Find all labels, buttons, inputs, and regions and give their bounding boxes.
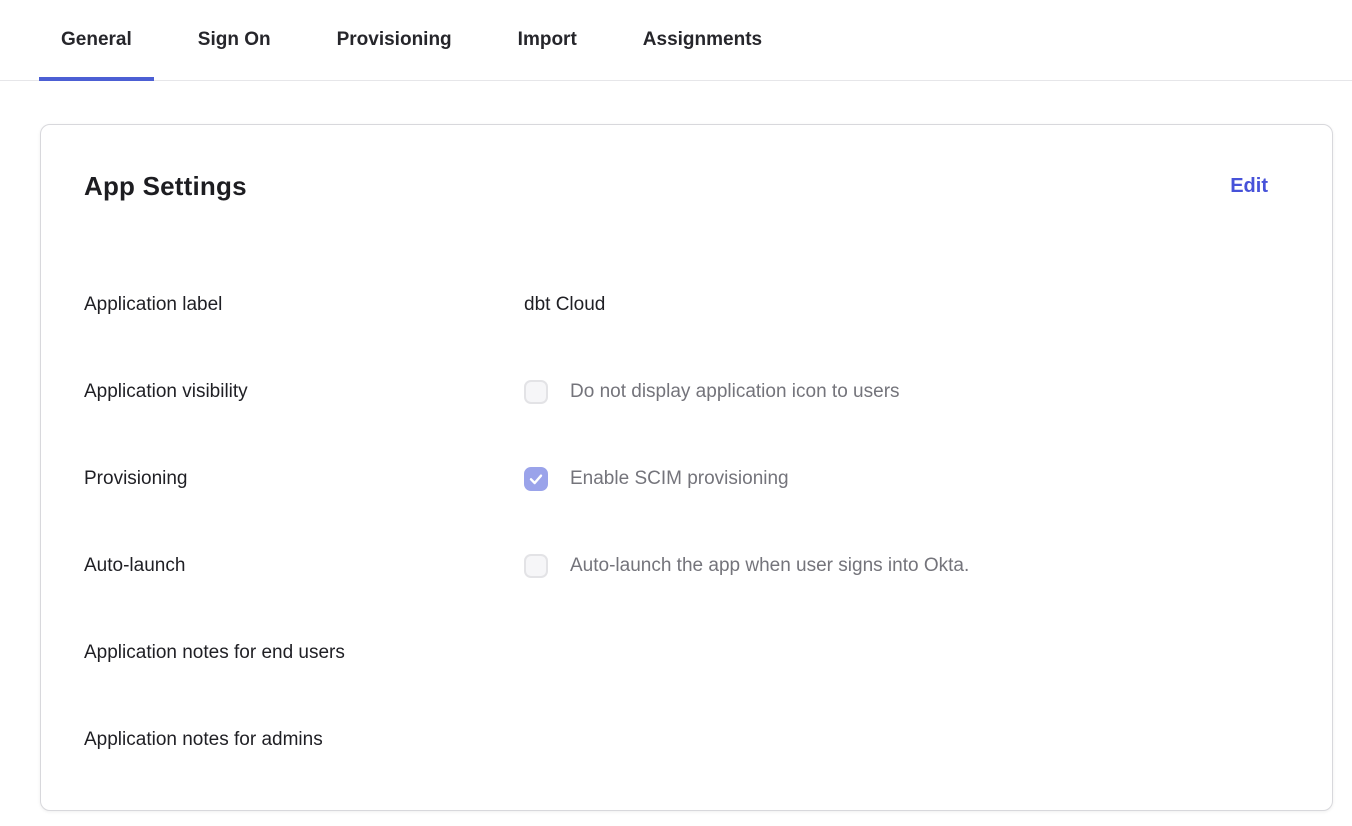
application-visibility-checkbox <box>524 380 548 404</box>
setting-label: Provisioning <box>84 468 524 490</box>
tab-sign-on-label: Sign On <box>198 29 271 51</box>
tab-import-label: Import <box>518 29 577 51</box>
setting-label: Application visibility <box>84 381 524 403</box>
setting-row-notes-end-users: Application notes for end users <box>84 609 1268 696</box>
tab-assignments-label: Assignments <box>643 29 762 51</box>
checkbox-caption: Enable SCIM provisioning <box>570 468 789 490</box>
setting-label: Application notes for end users <box>84 642 524 664</box>
tab-import[interactable]: Import <box>496 0 599 80</box>
setting-row-notes-admins: Application notes for admins <box>84 696 1268 783</box>
tab-assignments[interactable]: Assignments <box>621 0 784 80</box>
edit-button[interactable]: Edit <box>1230 171 1268 201</box>
card-header: App Settings Edit <box>84 171 1268 201</box>
settings-rows: Application label dbt Cloud Application … <box>84 261 1268 783</box>
app-settings-card: App Settings Edit Application label dbt … <box>40 124 1333 811</box>
check-icon <box>528 471 544 487</box>
tab-general-label: General <box>61 29 132 51</box>
application-label-value: dbt Cloud <box>524 294 605 316</box>
tab-general[interactable]: General <box>39 0 154 80</box>
checkbox-caption: Auto-launch the app when user signs into… <box>570 555 969 577</box>
setting-label: Auto-launch <box>84 555 524 577</box>
setting-label: Application label <box>84 294 524 316</box>
application-visibility-checkbox-group: Do not display application icon to users <box>524 380 900 404</box>
auto-launch-checkbox-group: Auto-launch the app when user signs into… <box>524 554 969 578</box>
setting-label: Application notes for admins <box>84 729 524 751</box>
setting-row-application-label: Application label dbt Cloud <box>84 261 1268 348</box>
checkbox-caption: Do not display application icon to users <box>570 381 900 403</box>
setting-row-provisioning: Provisioning Enable SCIM provisioning <box>84 435 1268 522</box>
app-tab-bar: General Sign On Provisioning Import Assi… <box>0 0 1352 81</box>
auto-launch-checkbox <box>524 554 548 578</box>
tab-provisioning-label: Provisioning <box>337 29 452 51</box>
provisioning-checkbox-group: Enable SCIM provisioning <box>524 467 789 491</box>
setting-row-application-visibility: Application visibility Do not display ap… <box>84 348 1268 435</box>
setting-row-auto-launch: Auto-launch Auto-launch the app when use… <box>84 522 1268 609</box>
tab-sign-on[interactable]: Sign On <box>176 0 293 80</box>
tab-provisioning[interactable]: Provisioning <box>315 0 474 80</box>
provisioning-checkbox <box>524 467 548 491</box>
page-title: App Settings <box>84 171 247 202</box>
